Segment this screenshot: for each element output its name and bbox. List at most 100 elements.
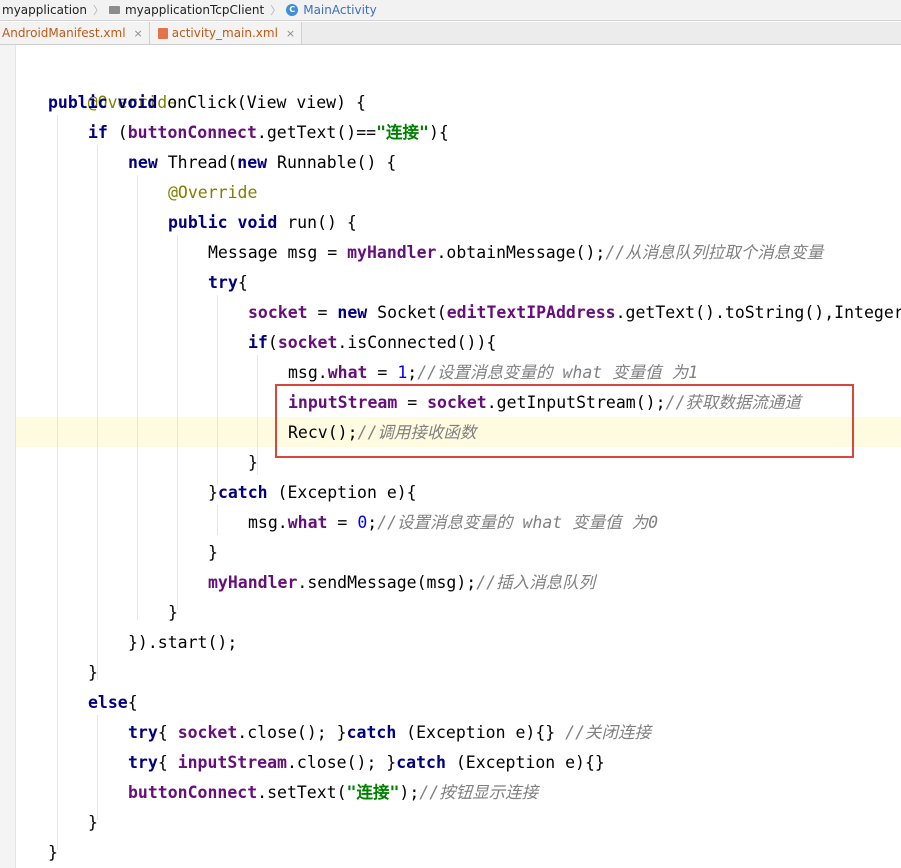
xml-file-icon: [157, 27, 168, 39]
close-icon[interactable]: ×: [286, 27, 295, 40]
code-token: (: [107, 123, 128, 142]
code-token: }).start();: [128, 633, 238, 652]
indent-guide: [177, 235, 178, 610]
code-token: "连接": [376, 123, 429, 142]
code-comment: //设置消息变量的 what 变量值 为0: [377, 513, 659, 532]
code-line: if (buttonConnect.getText()=="连接"){: [88, 118, 449, 148]
indent-guide: [57, 115, 58, 850]
code-token: );: [399, 783, 420, 802]
code-token: =: [307, 303, 338, 322]
code-line: myHandler.sendMessage(msg);//插入消息队列: [208, 568, 595, 598]
code-token: catch: [217, 483, 268, 502]
code-token: 1: [397, 363, 408, 382]
code-token: new: [337, 303, 368, 322]
code-editor[interactable]: @Override public void onClick(View view)…: [0, 45, 901, 868]
tab-label: AndroidManifest.xml: [2, 26, 126, 40]
code-token: Thread(: [157, 153, 238, 172]
code-token: @Override: [168, 183, 258, 202]
code-token: {: [157, 753, 178, 772]
code-line: Message msg = myHandler.obtainMessage();…: [208, 238, 823, 268]
code-line: new Thread(new Runnable() {: [128, 148, 396, 178]
code-token: .setText(: [257, 783, 347, 802]
editor-gutter[interactable]: [0, 45, 16, 868]
code-token: }: [208, 483, 218, 502]
code-token: {: [157, 723, 178, 742]
code-token: public: [168, 213, 228, 232]
code-token: ;: [407, 363, 418, 382]
breadcrumb-label: MainActivity: [303, 3, 377, 17]
tab-activity-main[interactable]: activity_main.xml ×: [149, 22, 303, 44]
code-token: if: [88, 123, 108, 142]
code-token: Runnable() {: [267, 153, 397, 172]
code-line: }).start();: [128, 628, 237, 658]
folder-icon: [108, 6, 120, 14]
code-token: }: [88, 663, 98, 682]
code-token: run() {: [277, 213, 357, 232]
close-icon[interactable]: ×: [134, 27, 143, 40]
code-comment: //插入消息队列: [476, 573, 596, 592]
indent-guide: [137, 175, 138, 620]
code-line: @Override: [168, 178, 257, 208]
code-token: 0: [357, 513, 368, 532]
breadcrumb-separator: 〉: [270, 4, 282, 17]
code-token: ;: [367, 513, 378, 532]
code-line: }: [208, 538, 218, 568]
code-token: ){: [428, 123, 449, 142]
indent-guide: [97, 145, 98, 680]
code-line: }: [88, 658, 98, 688]
code-token: =: [327, 513, 358, 532]
code-comment: //设置消息变量的 what 变量值 为1: [417, 363, 699, 382]
breadcrumb-item-project[interactable]: myapplication: [0, 3, 90, 17]
code-line: try{ inputStream.close(); }catch (Except…: [128, 748, 605, 778]
code-line: socket = new Socket(editTextIPAddress.ge…: [248, 298, 901, 328]
code-token: myHandler: [347, 243, 437, 262]
code-token: .sendMessage(msg);: [297, 573, 477, 592]
breadcrumb: myapplication 〉 myapplicationTcpClient 〉…: [0, 0, 901, 21]
code-token: =: [367, 363, 398, 382]
code-token: catch: [396, 753, 446, 772]
code-token: editTextIPAddress: [446, 303, 616, 322]
code-token: msg.: [288, 363, 328, 382]
code-token: }: [248, 453, 258, 472]
code-token: if: [248, 333, 268, 352]
code-token: "连接": [346, 783, 400, 802]
code-comment: //关闭连接: [565, 723, 652, 742]
indent-guide: [97, 715, 98, 820]
code-token: catch: [346, 723, 397, 742]
breadcrumb-label: myapplicationTcpClient: [124, 3, 265, 17]
breadcrumb-separator: 〉: [92, 4, 104, 17]
code-token: buttonConnect: [128, 783, 258, 802]
code-token: socket: [277, 333, 338, 352]
code-token: new: [128, 153, 158, 172]
code-comment: //按钮显示连接: [419, 783, 539, 802]
code-token: .obtainMessage();: [436, 243, 606, 262]
code-line: msg.what = 0;//设置消息变量的 what 变量值 为0: [248, 508, 658, 538]
code-line: else{: [88, 688, 138, 718]
code-token: onClick(View view) {: [157, 93, 366, 112]
code-token: what: [287, 513, 328, 532]
code-token: (Exception e){}: [445, 753, 605, 772]
breadcrumb-item-class[interactable]: C MainActivity: [284, 3, 380, 17]
code-line: try{: [208, 268, 248, 298]
code-token: try: [208, 273, 238, 292]
code-line: @Override: [48, 58, 177, 112]
code-token: (Exception e){: [267, 483, 417, 502]
breadcrumb-item-module[interactable]: myapplicationTcpClient: [107, 3, 267, 17]
code-line: }: [168, 598, 178, 628]
class-icon: C: [286, 4, 299, 16]
code-token: else: [88, 693, 128, 712]
code-token: .isConnected()){: [337, 333, 497, 352]
code-token: {: [237, 273, 248, 292]
indent-guide: [217, 295, 218, 485]
code-token: inputStream: [177, 753, 287, 772]
code-line: }: [88, 808, 98, 838]
code-token: Message msg =: [208, 243, 348, 262]
code-token: }: [48, 843, 58, 862]
code-token: }: [208, 543, 218, 562]
code-token: .getText().toString(),Integer.valueOf(: [615, 303, 901, 322]
tab-android-manifest[interactable]: AndroidManifest.xml ×: [0, 22, 150, 44]
code-line: }: [248, 448, 258, 478]
code-line: public void onClick(View view) {: [48, 88, 366, 118]
